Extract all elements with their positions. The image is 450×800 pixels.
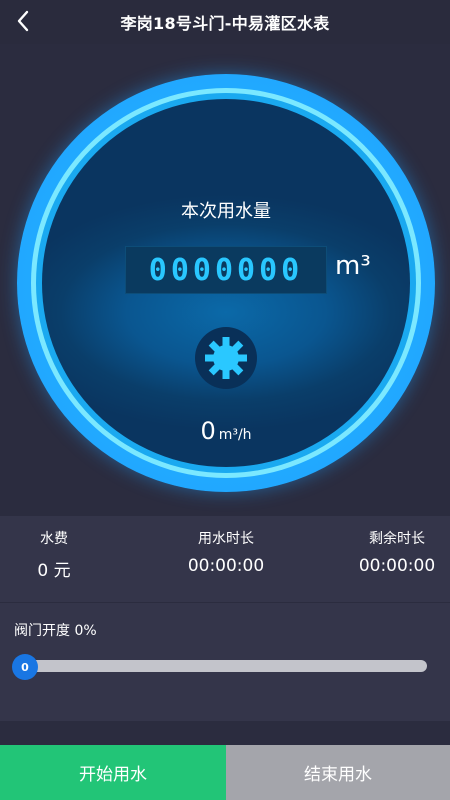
meter-dial: 本次用水量 0000000 m³ 0 m³/h	[42, 99, 410, 467]
stat-label: 水费	[40, 531, 68, 547]
usage-reading: 0000000	[125, 246, 327, 294]
top-bar: 李岗18号斗门-中易灌区水表	[0, 0, 450, 44]
flow-rate: 0 m³/h	[42, 417, 410, 445]
meter-panel: 本次用水量 0000000 m³ 0 m³/h	[0, 44, 450, 516]
gear-icon	[205, 337, 247, 379]
valve-slider-track[interactable]	[14, 660, 427, 672]
flow-indicator	[195, 327, 257, 389]
valve-control: 阀门开度 0% 0	[0, 603, 450, 721]
flow-rate-unit: m³/h	[218, 427, 252, 443]
stat-value: 00:00:00	[358, 556, 436, 576]
valve-opening-label: 阀门开度 0%	[14, 623, 97, 639]
usage-stats: 水费 0 元 用水时长 00:00:00 剩余时长 00:00:00	[0, 516, 450, 602]
chevron-left-icon	[17, 10, 29, 32]
start-water-button[interactable]: 开始用水	[0, 745, 226, 800]
usage-unit: m³	[335, 251, 371, 281]
back-button[interactable]	[6, 4, 40, 38]
stat-value: 0 元	[37, 561, 71, 581]
stat-remaining-time: 剩余时长 00:00:00	[336, 516, 450, 602]
valve-slider-thumb[interactable]: 0	[12, 654, 38, 680]
usage-label: 本次用水量	[181, 201, 271, 222]
stat-usage-duration: 用水时长 00:00:00	[166, 516, 286, 602]
stat-water-fee: 水费 0 元	[0, 516, 108, 602]
end-water-button[interactable]: 结束用水	[226, 745, 450, 800]
stat-label: 剩余时长	[369, 531, 425, 547]
stat-value: 00:00:00	[187, 556, 265, 576]
flow-rate-value: 0	[200, 417, 216, 445]
stat-label: 用水时长	[198, 531, 254, 547]
page-title: 李岗18号斗门-中易灌区水表	[120, 14, 330, 33]
